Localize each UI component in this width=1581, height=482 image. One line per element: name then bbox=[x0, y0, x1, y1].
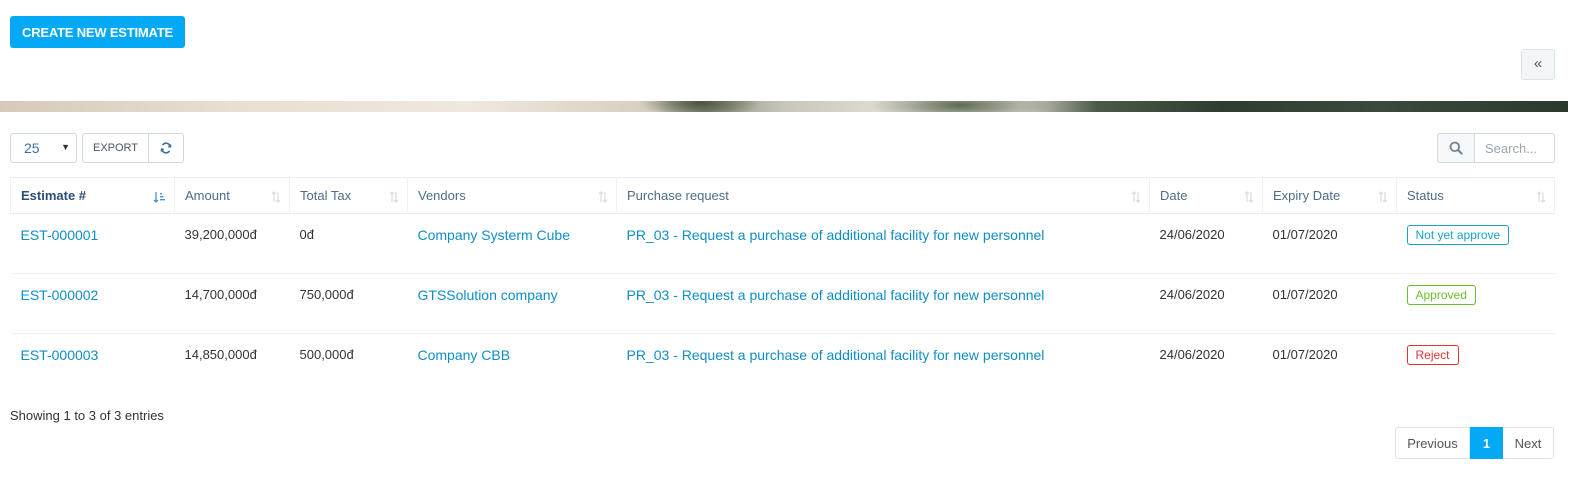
column-header-label: Amount bbox=[185, 188, 230, 203]
column-header-label: Expiry Date bbox=[1273, 188, 1341, 203]
search-icon bbox=[1449, 141, 1463, 155]
column-header-date[interactable]: Date bbox=[1149, 177, 1263, 214]
purchase-request-link[interactable]: PR_03 - Request a purchase of additional… bbox=[627, 347, 1045, 363]
estimate-link[interactable]: EST-000001 bbox=[21, 227, 99, 243]
table-info: Showing 1 to 3 of 3 entries bbox=[10, 408, 164, 423]
status-badge: Reject bbox=[1406, 345, 1459, 365]
estimate-link[interactable]: EST-000002 bbox=[21, 287, 99, 303]
table-row: EST-000002 14,700,000đ 750,000đ GTSSolut… bbox=[10, 273, 1555, 334]
collapse-panel-button[interactable]: « bbox=[1521, 49, 1555, 80]
column-header-label: Purchase request bbox=[627, 188, 729, 203]
column-header-amount[interactable]: Amount bbox=[174, 177, 290, 214]
date-cell: 24/06/2020 bbox=[1149, 213, 1263, 274]
amount-cell: 14,700,000đ bbox=[174, 273, 290, 334]
vendor-link[interactable]: Company CBB bbox=[418, 347, 511, 363]
column-header-purchase-request[interactable]: Purchase request bbox=[616, 177, 1150, 214]
vendor-link[interactable]: Company Systerm Cube bbox=[418, 227, 571, 243]
sort-icon bbox=[1378, 191, 1388, 203]
table-row: EST-000001 39,200,000đ 0đ Company Syster… bbox=[10, 213, 1555, 274]
tax-cell: 500,000đ bbox=[299, 347, 354, 362]
estimate-link[interactable]: EST-000003 bbox=[21, 347, 99, 363]
double-chevron-left-icon: « bbox=[1533, 55, 1543, 72]
expiry-date-cell: 01/07/2020 bbox=[1262, 273, 1397, 334]
pagination: Previous 1 Next bbox=[1395, 427, 1554, 459]
page-length-value: 25 bbox=[24, 140, 40, 156]
search-input[interactable] bbox=[1475, 133, 1555, 163]
create-new-estimate-button[interactable]: CREATE NEW ESTIMATE bbox=[10, 16, 185, 48]
amount-cell: 14,850,000đ bbox=[184, 347, 257, 362]
column-header-status[interactable]: Status bbox=[1396, 177, 1555, 214]
purchase-request-link[interactable]: PR_03 - Request a purchase of additional… bbox=[627, 287, 1045, 303]
search-addon[interactable] bbox=[1437, 133, 1475, 163]
estimates-table: Estimate # Amount Total Tax Vendors Purc… bbox=[10, 177, 1555, 394]
sort-icon bbox=[389, 191, 399, 203]
refresh-button[interactable] bbox=[149, 133, 184, 163]
purchase-request-link[interactable]: PR_03 - Request a purchase of additional… bbox=[627, 227, 1045, 243]
refresh-icon bbox=[160, 142, 172, 154]
column-header-label: Date bbox=[1160, 188, 1188, 203]
caret-down-icon: ▼ bbox=[61, 142, 70, 152]
table-row: EST-000003 14,850,000đ 500,000đ Company … bbox=[11, 334, 1555, 394]
sort-icon bbox=[271, 191, 281, 203]
previous-page-button[interactable]: Previous bbox=[1395, 427, 1470, 459]
status-badge: Not yet approve bbox=[1406, 225, 1510, 245]
expiry-date-cell: 01/07/2020 bbox=[1262, 213, 1397, 274]
column-header-label: Vendors bbox=[418, 188, 466, 203]
column-header-label: Total Tax bbox=[300, 188, 352, 203]
column-header-label: Status bbox=[1407, 188, 1444, 203]
column-header-label: Estimate # bbox=[21, 188, 87, 203]
column-header-total-tax[interactable]: Total Tax bbox=[289, 177, 408, 214]
tax-cell: 750,000đ bbox=[289, 273, 408, 334]
sort-icon bbox=[598, 191, 608, 203]
page-1-button[interactable]: 1 bbox=[1470, 427, 1503, 459]
date-cell: 24/06/2020 bbox=[1159, 347, 1225, 362]
column-header-expiry-date[interactable]: Expiry Date bbox=[1262, 177, 1397, 214]
sort-icon bbox=[1131, 191, 1141, 203]
next-page-button[interactable]: Next bbox=[1503, 427, 1554, 459]
expiry-date-cell: 01/07/2020 bbox=[1272, 347, 1338, 362]
status-badge: Approved bbox=[1406, 285, 1476, 305]
table-actions: EXPORT bbox=[82, 133, 184, 163]
sort-icon bbox=[1244, 191, 1254, 203]
export-button[interactable]: EXPORT bbox=[82, 133, 149, 163]
sort-icon bbox=[1536, 191, 1546, 203]
header-banner-image bbox=[0, 101, 1568, 112]
column-header-vendors[interactable]: Vendors bbox=[407, 177, 617, 214]
column-header-estimate[interactable]: Estimate # bbox=[10, 177, 175, 214]
table-header-row: Estimate # Amount Total Tax Vendors Purc… bbox=[10, 177, 1555, 214]
tax-cell: 0đ bbox=[289, 213, 408, 274]
search-box bbox=[1437, 133, 1555, 163]
vendor-link[interactable]: GTSSolution company bbox=[418, 287, 558, 303]
date-cell: 24/06/2020 bbox=[1149, 273, 1263, 334]
sort-ascending-icon bbox=[153, 192, 165, 203]
page-length-select[interactable]: 25 ▼ bbox=[10, 133, 77, 163]
amount-cell: 39,200,000đ bbox=[174, 213, 290, 274]
